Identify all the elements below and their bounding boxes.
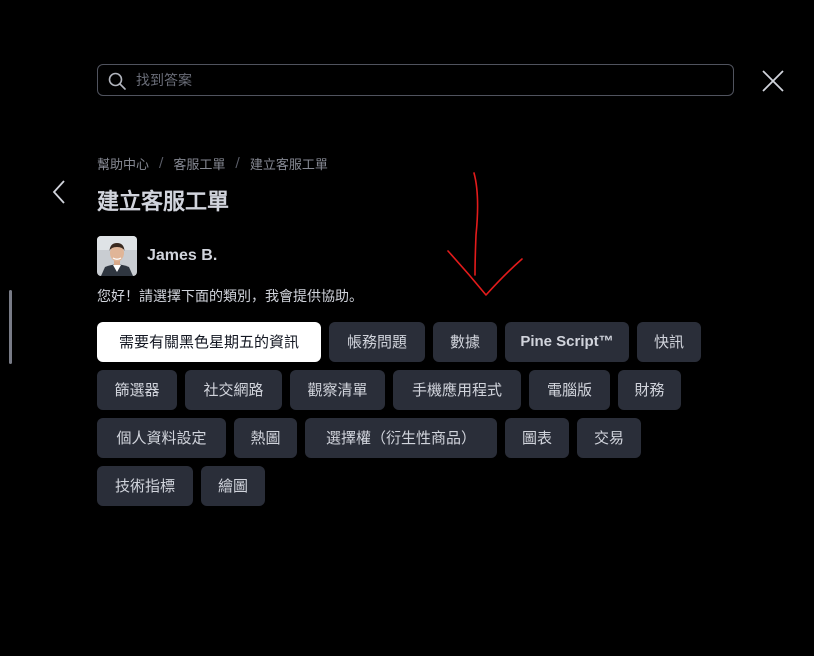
- breadcrumb-support-tickets[interactable]: 客服工單: [173, 154, 225, 173]
- category-chip-heatmap[interactable]: 熱圖: [234, 418, 297, 458]
- category-chip-data[interactable]: 數據: [433, 322, 497, 362]
- category-chip-drawings[interactable]: 繪圖: [201, 466, 265, 506]
- search-input[interactable]: [134, 65, 728, 97]
- category-chip-billing[interactable]: 帳務問題: [329, 322, 425, 362]
- scrollbar-thumb[interactable]: [9, 290, 12, 364]
- category-chip-pine-script[interactable]: Pine Script™: [505, 322, 629, 362]
- breadcrumb-separator: /: [159, 155, 164, 171]
- arrow-down-annotation: [447, 172, 523, 296]
- category-chip-charts[interactable]: 圖表: [505, 418, 569, 458]
- page-title: 建立客服工單: [97, 190, 230, 215]
- category-chip-black-friday[interactable]: 需要有關黑色星期五的資訊: [97, 322, 321, 362]
- category-chip-indicators[interactable]: 技術指標: [97, 466, 193, 506]
- search-bar[interactable]: [97, 64, 734, 97]
- close-icon[interactable]: [761, 69, 785, 93]
- category-chip-trading[interactable]: 交易: [577, 418, 641, 458]
- breadcrumb-help-center[interactable]: 幫助中心: [97, 154, 149, 173]
- chevron-left-icon[interactable]: [50, 178, 70, 206]
- category-chip-financials[interactable]: 財務: [618, 370, 681, 410]
- category-chip-screener[interactable]: 篩選器: [97, 370, 177, 410]
- category-chip-social-network[interactable]: 社交網路: [185, 370, 282, 410]
- category-chip-profile-settings[interactable]: 個人資料設定: [97, 418, 226, 458]
- agent-greeting: 您好！請選擇下面的類別，我會提供協助。: [97, 289, 363, 305]
- avatar: [97, 236, 137, 276]
- category-chip-options[interactable]: 選擇權（衍生性商品）: [305, 418, 497, 458]
- category-chip-mobile-app[interactable]: 手機應用程式: [393, 370, 521, 410]
- search-icon: [108, 72, 126, 90]
- category-chip-watchlist[interactable]: 觀察清單: [290, 370, 385, 410]
- breadcrumb-current: 建立客服工單: [249, 157, 328, 173]
- breadcrumb: 幫助中心 / 客服工單 / 建立客服工單: [97, 153, 328, 173]
- category-chip-desktop[interactable]: 電腦版: [529, 370, 610, 410]
- support-ticket-page: 幫助中心 / 客服工單 / 建立客服工單 建立客服工單 James B. 您好！…: [0, 0, 814, 656]
- category-chip-alerts[interactable]: 快訊: [637, 322, 701, 362]
- agent-name: James B.: [147, 247, 218, 264]
- breadcrumb-separator: /: [235, 155, 240, 171]
